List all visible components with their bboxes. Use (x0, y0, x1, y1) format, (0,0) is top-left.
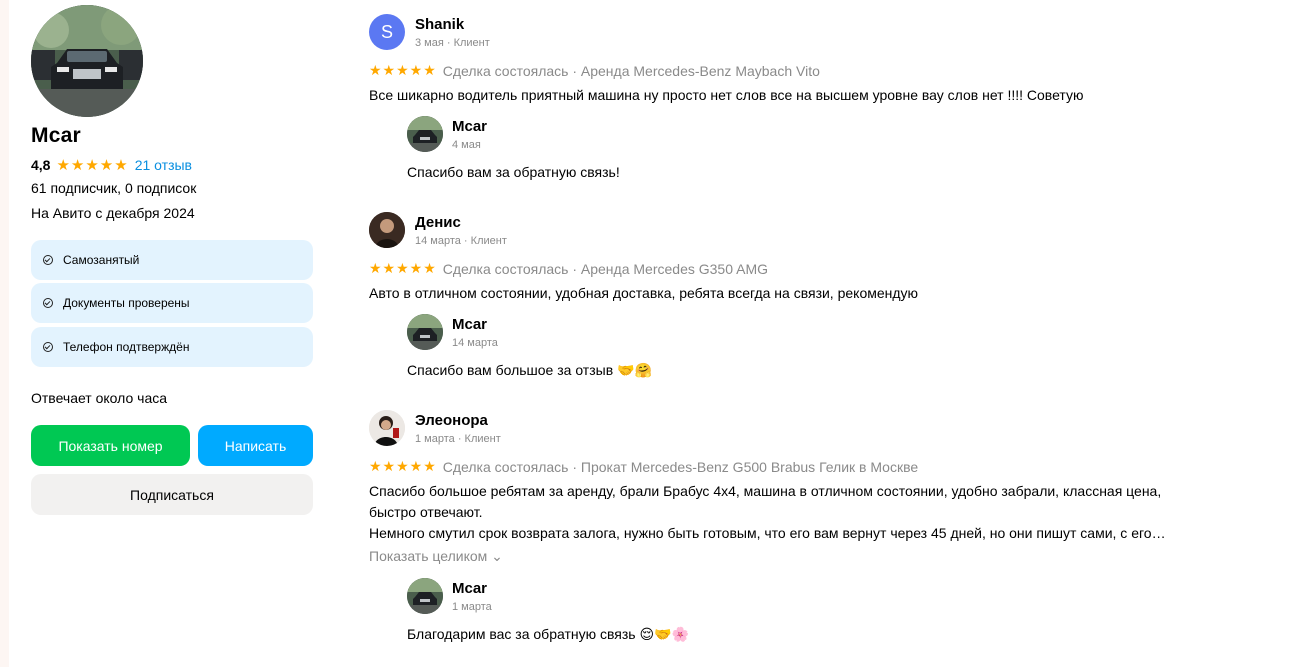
deal-info: Сделка состоялась · Аренда Mercedes-Benz… (442, 62, 820, 79)
seller-reply-avatar (407, 116, 443, 152)
review-stars-icon: ★★★★★ (369, 260, 437, 276)
shop-name: Mcar (31, 124, 81, 147)
badge-label: Телефон подтверждён (63, 340, 190, 354)
check-circle-icon (43, 342, 53, 352)
reviewer-avatar[interactable]: S (369, 14, 405, 50)
badge-self-employed: Самозанятый (31, 240, 313, 280)
member-since: На Авито с декабря 2024 (31, 205, 195, 221)
review-text-line: Спасибо большое ребятам за аренду, брали… (369, 483, 1162, 499)
seller-reply-text: Спасибо вам за обратную связь! (407, 164, 620, 180)
review-deal-row: ★★★★★ Сделка состоялась · Прокат Mercede… (369, 458, 918, 475)
review-text-line: Немного смутил срок возврата залога, нуж… (369, 525, 1166, 541)
seller-reply-date: 1 марта (452, 601, 492, 613)
review-meta: 3 мая · Клиент (415, 37, 490, 49)
person-photo-icon (369, 212, 405, 248)
reviewer-name[interactable]: Элеонора (415, 412, 488, 429)
seller-reply-date: 14 марта (452, 337, 498, 349)
review-stars-icon: ★★★★★ (369, 62, 437, 78)
check-circle-icon (43, 298, 53, 308)
shop-avatar[interactable] (31, 5, 143, 117)
subscribers-info: 61 подписчик, 0 подписок (31, 180, 197, 196)
person-photo-icon (369, 410, 405, 446)
seller-reply-text: Спасибо вам большое за отзыв 🤝🤗 (407, 362, 652, 378)
deal-info: Сделка состоялась · Прокат Mercedes-Benz… (442, 458, 919, 475)
badge-label: Самозанятый (63, 253, 140, 267)
badge-documents-verified: Документы проверены (31, 283, 313, 323)
seller-reply-name: Mcar (452, 580, 488, 597)
page-edge (0, 0, 9, 667)
write-message-button[interactable]: Написать (198, 425, 313, 466)
badge-label: Документы проверены (63, 296, 190, 310)
seller-reply-name: Mcar (452, 118, 488, 135)
review-meta: 1 марта · Клиент (415, 433, 501, 445)
review-text: Авто в отличном состоянии, удобная доста… (369, 285, 919, 301)
review-meta: 14 марта · Клиент (415, 235, 507, 247)
reviewer-avatar[interactable] (369, 410, 405, 446)
seller-reply-avatar (407, 578, 443, 614)
reviewer-name[interactable]: Shanik (415, 16, 464, 33)
subscribe-button[interactable]: Подписаться (31, 474, 313, 515)
car-photo-icon (31, 5, 143, 117)
rating-row: 4,8 ★★★★★ 21 отзыв (31, 155, 192, 175)
car-photo-icon (407, 314, 443, 350)
seller-reply-date: 4 мая (452, 139, 481, 151)
reviews-count-link[interactable]: 21 отзыв (135, 157, 192, 173)
reviewer-avatar[interactable] (369, 212, 405, 248)
seller-reply-name: Mcar (452, 316, 488, 333)
reviewer-name[interactable]: Денис (415, 214, 461, 231)
review-deal-row: ★★★★★ Сделка состоялась · Аренда Mercede… (369, 62, 820, 79)
rating-value: 4,8 (31, 157, 51, 173)
show-full-link[interactable]: Показать целиком ⌄ (369, 548, 503, 565)
review-text: Все шикарно водитель приятный машина ну … (369, 87, 1084, 103)
check-circle-icon (43, 255, 53, 265)
seller-reply-avatar (407, 314, 443, 350)
rating-stars-icon: ★★★★★ (56, 157, 129, 174)
deal-info: Сделка состоялась · Аренда Mercedes G350… (442, 260, 768, 277)
response-time: Отвечает около часа (31, 390, 168, 406)
badge-phone-verified: Телефон подтверждён (31, 327, 313, 367)
review-text-line: быстро отвечают. (369, 504, 483, 520)
seller-reply-text: Благодарим вас за обратную связь 😌🤝🌸 (407, 626, 689, 642)
car-photo-icon (407, 116, 443, 152)
car-photo-icon (407, 578, 443, 614)
review-stars-icon: ★★★★★ (369, 458, 437, 474)
review-deal-row: ★★★★★ Сделка состоялась · Аренда Mercede… (369, 260, 768, 277)
show-phone-button[interactable]: Показать номер (31, 425, 190, 466)
